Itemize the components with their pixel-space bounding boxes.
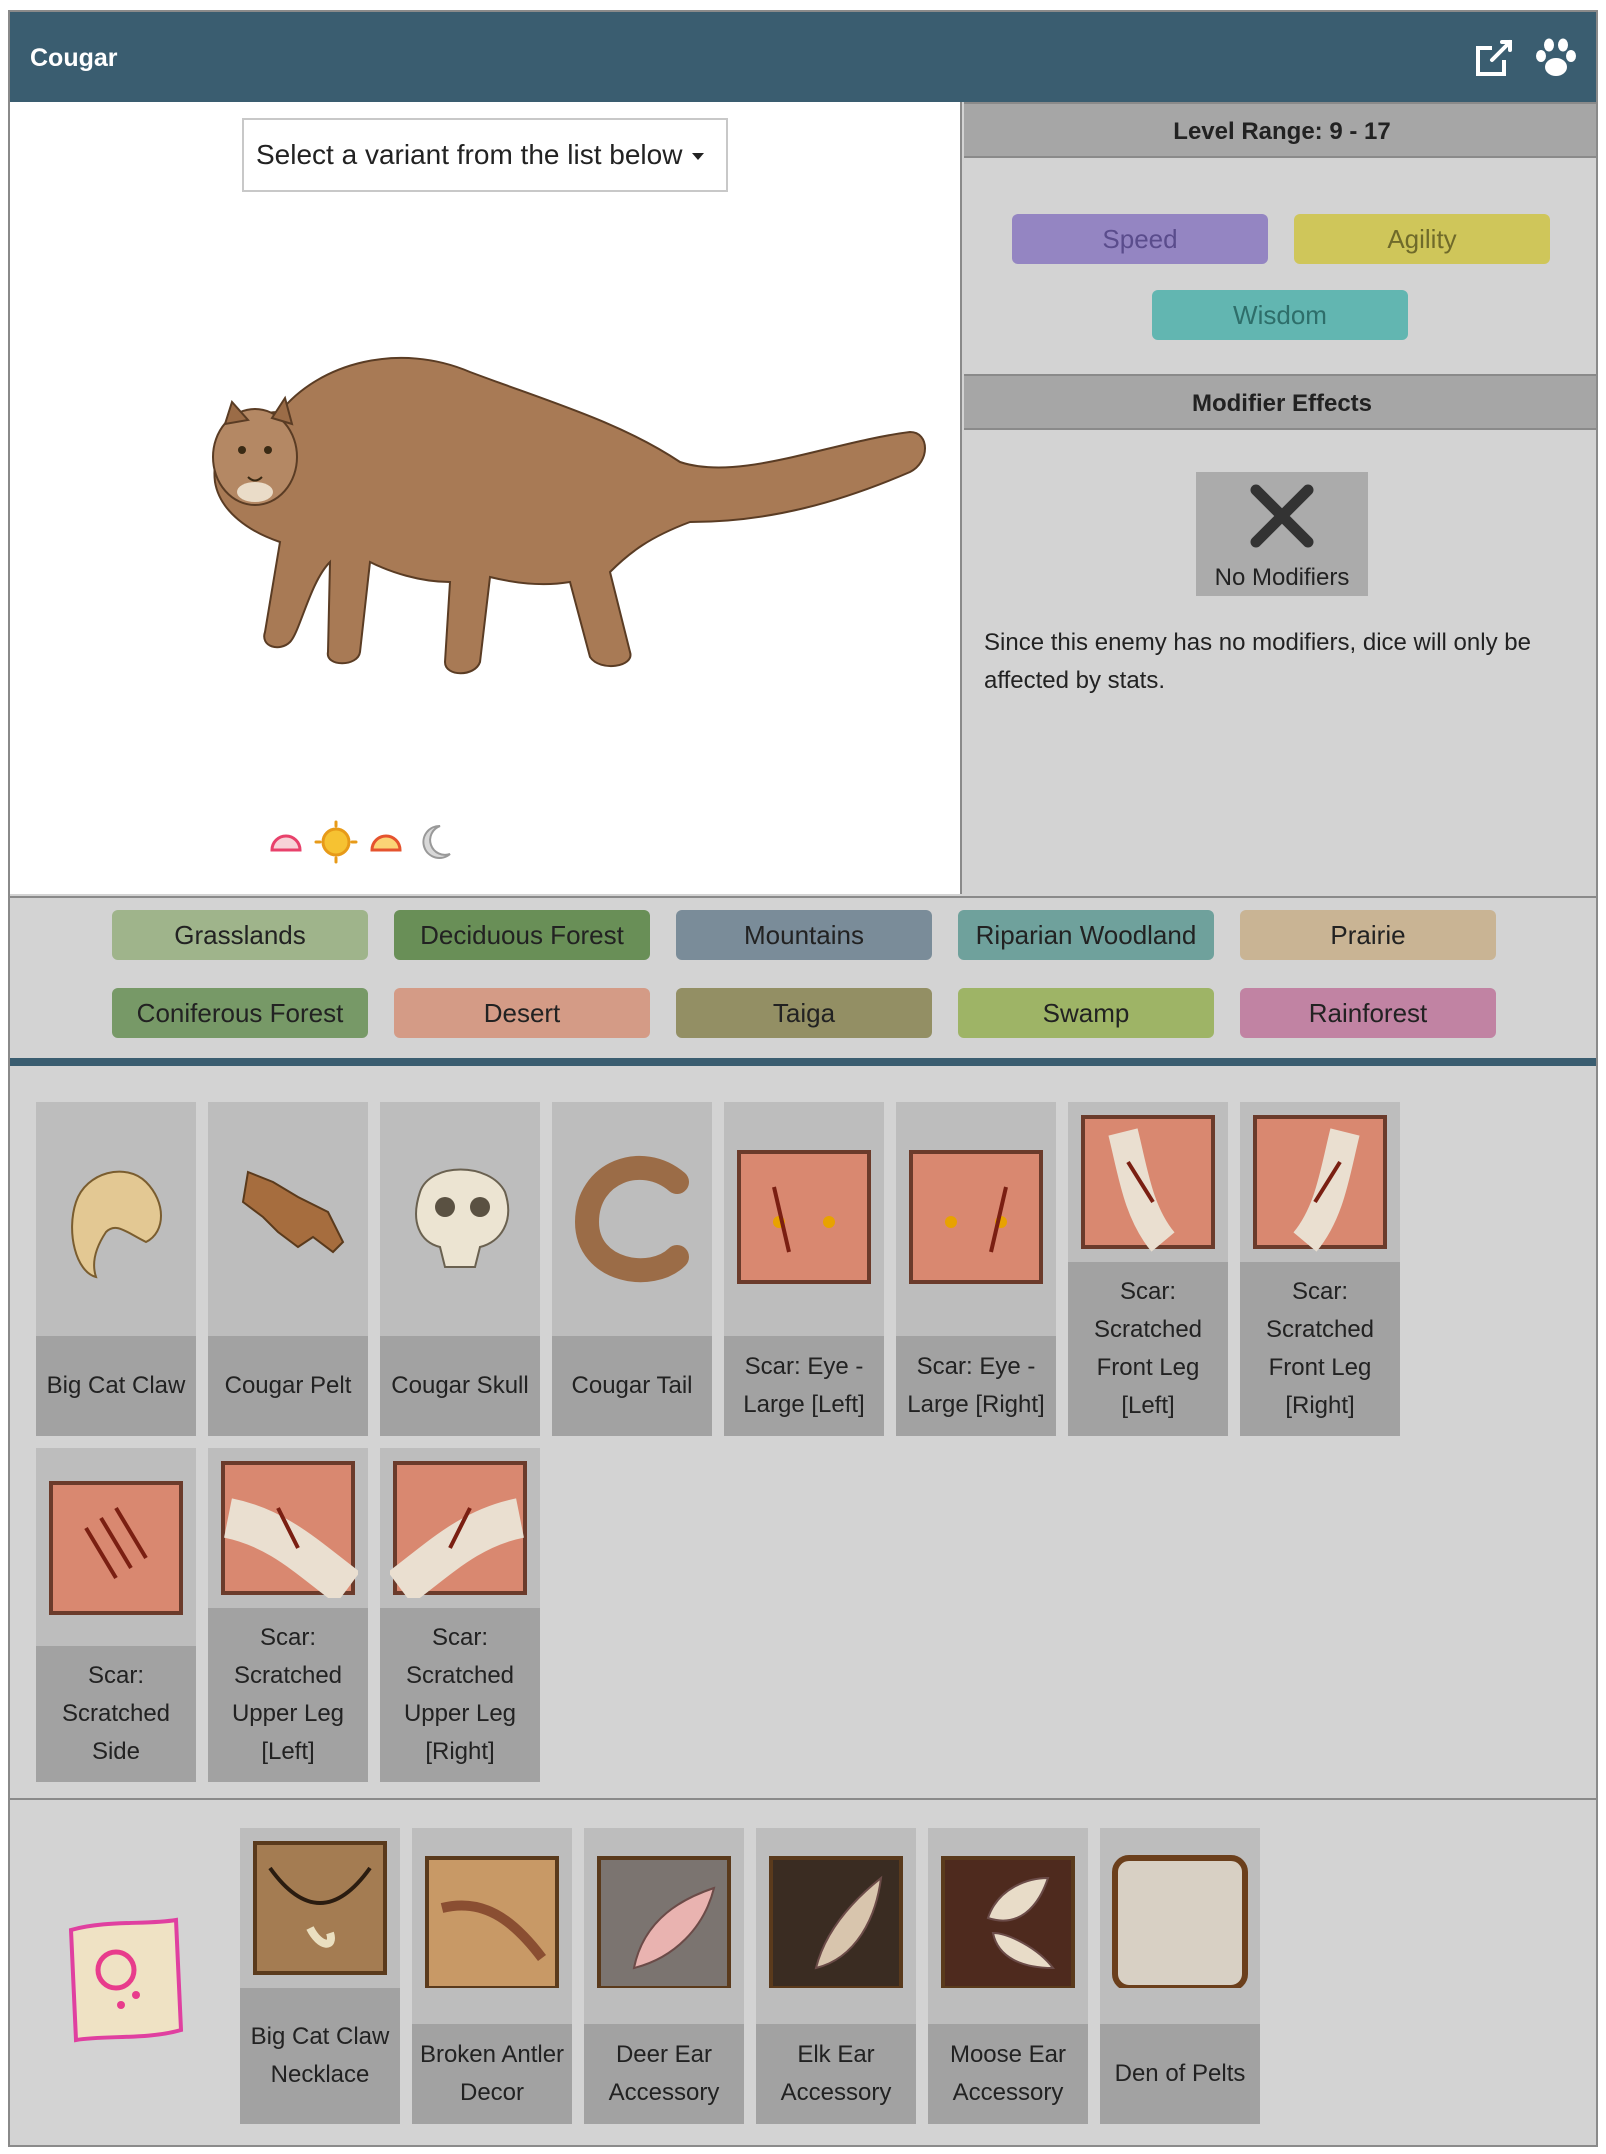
dusk-icon [370,834,402,852]
no-modifiers-badge: No Modifiers [1196,472,1368,596]
drop-item-label: Cougar Skull [391,1372,529,1399]
drop-item-label: Scar: Scratched Side [61,1662,171,1765]
drop-item[interactable]: Cougar Skull [380,1102,540,1436]
habitat-swamp: Swamp [958,988,1214,1038]
ear-icon [928,1828,1088,2024]
habitat-rainforest: Rainforest [1240,988,1496,1038]
habitat-grasslands: Grasslands [112,910,368,960]
stat-badge-agility: Agility [1294,214,1550,264]
dawn-icon [270,834,302,852]
drop-item-label: Scar: Eye - Large [Right] [907,1353,1045,1418]
ear-icon [584,1828,744,2024]
habitat-riparian-woodland: Riparian Woodland [958,910,1214,960]
drop-item[interactable]: Cougar Pelt [208,1102,368,1436]
tail-icon [552,1102,712,1336]
recipe-item[interactable]: Big Cat Claw Necklace [240,1828,400,2124]
habitat-desert: Desert [394,988,650,1038]
habitat-deciduous-forest: Deciduous Forest [394,910,650,960]
stats-panel: Level Range: 9 - 17 Speed Agility Wisdom… [964,102,1596,894]
close-icon [1250,484,1314,548]
habitat-coniferous-forest: Coniferous Forest [112,988,368,1038]
variant-select-label: Select a variant from the list below [256,139,683,170]
drop-item[interactable]: Scar: Eye - Large [Right] [896,1102,1056,1436]
antler-icon [412,1828,572,2024]
section-divider [10,1058,1596,1066]
card-header: Cougar [10,12,1596,102]
recipe-item[interactable]: Broken Antler Decor [412,1828,572,2124]
scar-leg-icon [208,1448,368,1608]
day-icon [314,820,358,864]
drop-item-label: Scar: Scratched Upper Leg [Left] [231,1624,345,1765]
recipe-item[interactable]: Moose Ear Accessory [928,1828,1088,2124]
chevron-down-icon [692,153,705,161]
stat-badge-speed: Speed [1012,214,1268,264]
modifier-description: Since this enemy has no modifiers, dice … [984,629,1531,694]
drop-item-label: Scar: Scratched Front Leg [Left] [1093,1278,1203,1419]
drop-item-label: Scar: Eye - Large [Left] [743,1353,865,1418]
drop-item[interactable]: Scar: Scratched Upper Leg [Right] [380,1448,540,1782]
recipe-item-label: Broken Antler Decor [419,2041,565,2106]
pelts-icon [1100,1828,1260,2024]
scar-leg-icon [1240,1102,1400,1262]
drop-item[interactable]: Cougar Tail [552,1102,712,1436]
recipe-item-label: Big Cat Claw Necklace [250,2023,390,2088]
scar-side-icon [36,1448,196,1646]
drop-item-label: Scar: Scratched Front Leg [Right] [1265,1278,1375,1419]
recipe-scroll-icon[interactable] [46,1900,206,2060]
cougar-image [212,356,926,675]
variant-select[interactable]: Select a variant from the list below [242,118,728,192]
modifier-effects-heading: Modifier Effects [964,374,1596,430]
scar-eye-icon [724,1102,884,1336]
stat-badge-wisdom: Wisdom [1152,290,1408,340]
enemy-image-panel: Select a variant from the list below [10,102,962,894]
drop-item[interactable]: Scar: Scratched Front Leg [Right] [1240,1102,1400,1436]
paw-icon[interactable] [1532,34,1580,82]
habitat-mountains: Mountains [676,910,932,960]
recipe-item-label: Elk Ear Accessory [780,2041,892,2106]
enemy-card: Cougar Select a variant from the list be… [8,10,1598,2147]
drop-item-label: Big Cat Claw [46,1372,186,1399]
habitat-taiga: Taiga [676,988,932,1038]
recipe-item[interactable]: Den of Pelts [1100,1828,1260,2124]
drop-item[interactable]: Scar: Scratched Side [36,1448,196,1782]
drops-grid: Big Cat Claw Cougar Pelt Cougar Skull Co… [10,1066,1596,1798]
enemy-title: Cougar [30,44,118,72]
pelt-icon [208,1102,368,1336]
necklace-icon [240,1828,400,1988]
drop-item[interactable]: Scar: Eye - Large [Left] [724,1102,884,1436]
claw-icon [36,1102,196,1336]
drop-item-label: Scar: Scratched Upper Leg [Right] [403,1624,517,1765]
recipe-item[interactable]: Elk Ear Accessory [756,1828,916,2124]
scar-leg-icon [1068,1102,1228,1262]
scar-eye-icon [896,1102,1056,1336]
drop-item-label: Cougar Tail [571,1372,693,1399]
night-icon [422,824,451,859]
scar-leg-icon [380,1448,540,1608]
habitat-list: Grasslands Deciduous Forest Mountains Ri… [10,896,1596,1060]
no-modifiers-label: No Modifiers [1214,564,1350,591]
ear-icon [756,1828,916,2024]
recipe-item-label: Moose Ear Accessory [949,2041,1067,2106]
skull-icon [380,1102,540,1336]
recipe-item[interactable]: Deer Ear Accessory [584,1828,744,2124]
external-link-icon[interactable] [1472,36,1516,80]
recipe-item-label: Den of Pelts [1114,2060,1246,2087]
drop-item[interactable]: Scar: Scratched Front Leg [Left] [1068,1102,1228,1436]
recipes-section: Big Cat Claw Necklace Broken Antler Deco… [10,1798,1596,2145]
level-range: Level Range: 9 - 17 [964,102,1596,158]
drop-item-label: Cougar Pelt [224,1372,352,1399]
drop-item[interactable]: Big Cat Claw [36,1102,196,1436]
drop-item[interactable]: Scar: Scratched Upper Leg [Left] [208,1448,368,1782]
habitat-prairie: Prairie [1240,910,1496,960]
recipe-item-label: Deer Ear Accessory [608,2041,720,2106]
